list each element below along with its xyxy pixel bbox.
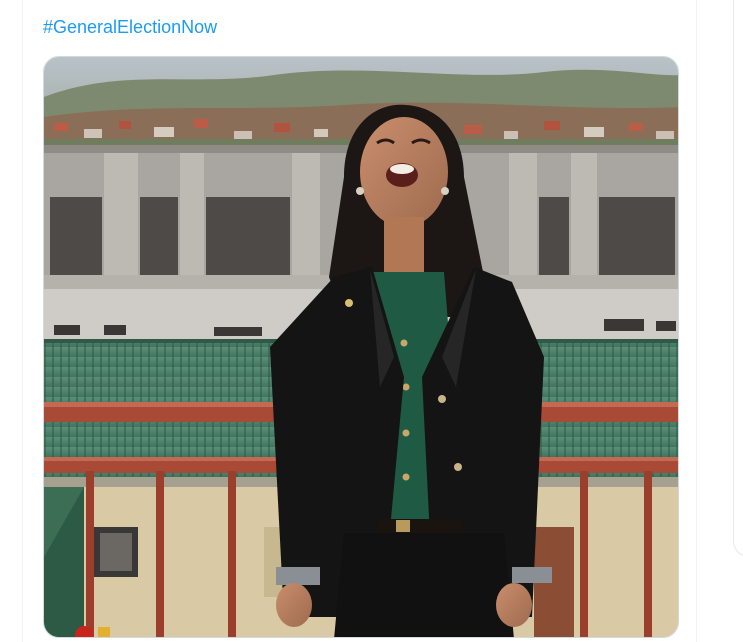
- timeline-divider-right: [696, 0, 697, 642]
- sidebar-card: [733, 0, 743, 557]
- hashtag-link[interactable]: #GeneralElectionNow: [43, 16, 217, 38]
- tweet-page: #GeneralElectionNow: [0, 0, 743, 642]
- photo-illustration: [44, 57, 678, 637]
- timeline-divider-left: [22, 0, 23, 642]
- tweet-photo[interactable]: [43, 56, 679, 638]
